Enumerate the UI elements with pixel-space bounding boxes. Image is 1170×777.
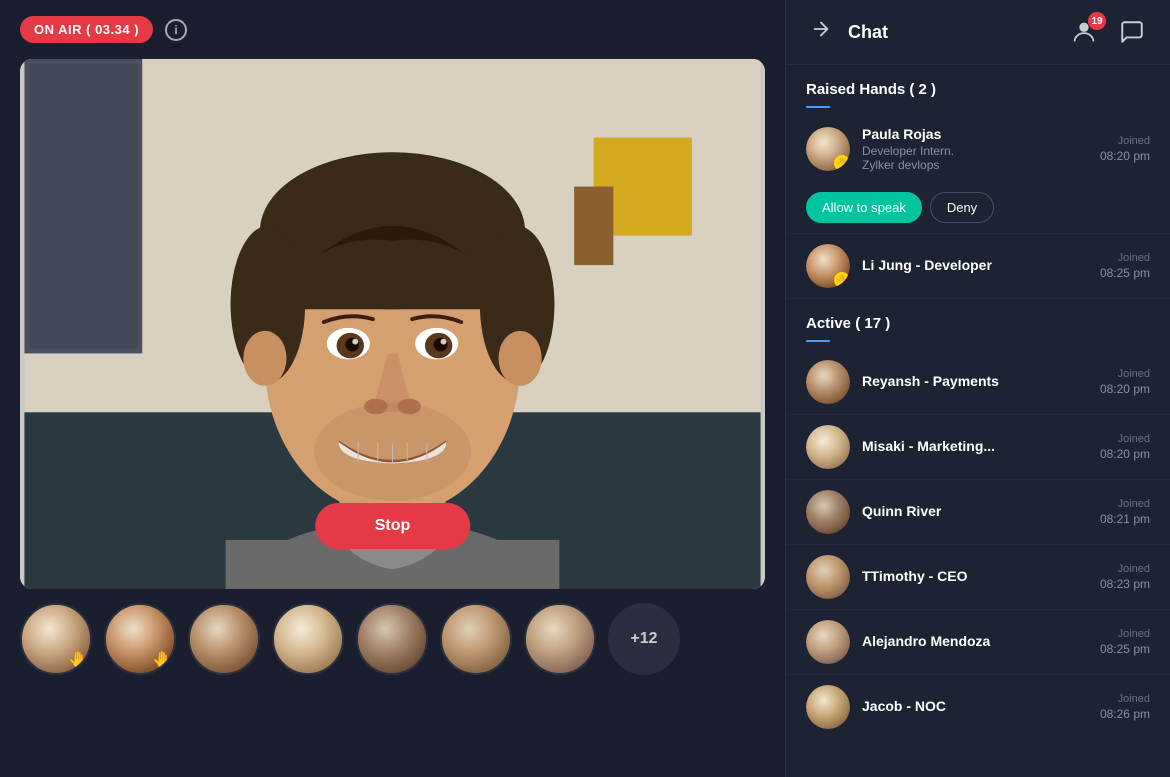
active-row-reyansh: Reyansh - Payments Joined 08:20 pm bbox=[786, 350, 1170, 415]
ttimothy-avatar bbox=[806, 555, 850, 599]
lijung-meta: Joined 08:25 pm bbox=[1100, 252, 1150, 280]
strip-avatar-4[interactable] bbox=[272, 603, 344, 675]
misaki-joined-label: Joined bbox=[1118, 433, 1150, 445]
paula-joined-label: Joined bbox=[1118, 135, 1150, 147]
chat-header: Chat 19 bbox=[786, 0, 1170, 65]
reyansh-avatar bbox=[806, 360, 850, 404]
alejandro-joined-label: Joined bbox=[1118, 628, 1150, 640]
jacob-joined-label: Joined bbox=[1118, 693, 1150, 705]
strip-avatar-7[interactable] bbox=[524, 603, 596, 675]
on-air-badge: ON AIR ( 03.34 ) bbox=[20, 16, 153, 43]
participant-strip: 🤚 🤚 +12 bbox=[0, 589, 785, 689]
reyansh-joined-label: Joined bbox=[1118, 368, 1150, 380]
panel-content: Raised Hands ( 2 ) 🤚 Paula Rojas Develop… bbox=[786, 65, 1170, 777]
misaki-avatar bbox=[806, 425, 850, 469]
chat-button[interactable] bbox=[1114, 14, 1150, 50]
ttimothy-joined-label: Joined bbox=[1118, 563, 1150, 575]
raised-hand-row-paula: 🤚 Paula Rojas Developer Intern. Zylker d… bbox=[786, 116, 1170, 234]
raised-hands-divider bbox=[806, 106, 830, 108]
quinn-name: Quinn River bbox=[862, 503, 1088, 519]
info-icon[interactable]: i bbox=[165, 19, 187, 41]
ttimothy-info: TTimothy - CEO bbox=[862, 568, 1088, 586]
deny-button[interactable]: Deny bbox=[930, 192, 994, 223]
active-header: Active ( 17 ) bbox=[786, 299, 1170, 336]
hand-icon-1: 🤚 bbox=[68, 653, 88, 669]
ttimothy-meta: Joined 08:23 pm bbox=[1100, 563, 1150, 591]
active-row-jacob: Jacob - NOC Joined 08:26 pm bbox=[786, 675, 1170, 739]
more-participants-badge[interactable]: +12 bbox=[608, 603, 680, 675]
lijung-info: Li Jung - Developer bbox=[862, 257, 1088, 275]
misaki-meta: Joined 08:20 pm bbox=[1100, 433, 1150, 461]
jacob-meta: Joined 08:26 pm bbox=[1100, 693, 1150, 721]
strip-avatar-1[interactable]: 🤚 bbox=[20, 603, 92, 675]
right-panel: Chat 19 Raised Hands ( 2 ) 🤚 bbox=[785, 0, 1170, 777]
lijung-hand-icon: 🤚 bbox=[834, 272, 850, 288]
quinn-joined-time: 08:21 pm bbox=[1100, 512, 1150, 526]
jacob-avatar bbox=[806, 685, 850, 729]
active-divider bbox=[806, 340, 830, 342]
participants-button[interactable]: 19 bbox=[1066, 14, 1102, 50]
ttimothy-name: TTimothy - CEO bbox=[862, 568, 1088, 584]
alejandro-meta: Joined 08:25 pm bbox=[1100, 628, 1150, 656]
chat-title: Chat bbox=[848, 22, 1054, 43]
strip-avatar-6[interactable] bbox=[440, 603, 512, 675]
hand-icon-2: 🤚 bbox=[152, 653, 172, 669]
paula-meta: Joined 08:20 pm bbox=[1100, 135, 1150, 163]
strip-avatar-3[interactable] bbox=[188, 603, 260, 675]
paula-top-row: 🤚 Paula Rojas Developer Intern. Zylker d… bbox=[806, 126, 1150, 172]
stop-button[interactable]: Stop bbox=[315, 503, 471, 549]
paula-subtitle2: Zylker devlops bbox=[862, 158, 1088, 172]
alejandro-avatar bbox=[806, 620, 850, 664]
back-button[interactable] bbox=[806, 14, 836, 50]
quinn-avatar bbox=[806, 490, 850, 534]
quinn-joined-label: Joined bbox=[1118, 498, 1150, 510]
quinn-info: Quinn River bbox=[862, 503, 1088, 521]
active-row-alejandro: Alejandro Mendoza Joined 08:25 pm bbox=[786, 610, 1170, 675]
paula-actions: Allow to speak Deny bbox=[806, 192, 994, 223]
participants-count-badge: 19 bbox=[1088, 12, 1106, 30]
left-panel: ON AIR ( 03.34 ) i bbox=[0, 0, 785, 777]
video-container: Stop bbox=[20, 59, 765, 589]
lijung-joined-label: Joined bbox=[1118, 252, 1150, 264]
misaki-name: Misaki - Marketing... bbox=[862, 438, 1088, 454]
jacob-name: Jacob - NOC bbox=[862, 698, 1088, 714]
active-row-misaki: Misaki - Marketing... Joined 08:20 pm bbox=[786, 415, 1170, 480]
reyansh-name: Reyansh - Payments bbox=[862, 373, 1088, 389]
alejandro-name: Alejandro Mendoza bbox=[862, 633, 1088, 649]
reyansh-info: Reyansh - Payments bbox=[862, 373, 1088, 391]
misaki-joined-time: 08:20 pm bbox=[1100, 447, 1150, 461]
active-row-quinn: Quinn River Joined 08:21 pm bbox=[786, 480, 1170, 545]
lijung-name: Li Jung - Developer bbox=[862, 257, 1088, 273]
allow-to-speak-button[interactable]: Allow to speak bbox=[806, 192, 922, 223]
paula-info: Paula Rojas Developer Intern. Zylker dev… bbox=[862, 126, 1088, 172]
paula-avatar: 🤚 bbox=[806, 127, 850, 171]
alejandro-info: Alejandro Mendoza bbox=[862, 633, 1088, 651]
reyansh-joined-time: 08:20 pm bbox=[1100, 382, 1150, 396]
strip-avatar-2[interactable]: 🤚 bbox=[104, 603, 176, 675]
paula-hand-icon: 🤚 bbox=[834, 155, 850, 171]
paula-name: Paula Rojas bbox=[862, 126, 1088, 142]
lijung-avatar: 🤚 bbox=[806, 244, 850, 288]
misaki-info: Misaki - Marketing... bbox=[862, 438, 1088, 456]
strip-avatar-5[interactable] bbox=[356, 603, 428, 675]
paula-subtitle1: Developer Intern. bbox=[862, 144, 1088, 158]
ttimothy-joined-time: 08:23 pm bbox=[1100, 577, 1150, 591]
alejandro-joined-time: 08:25 pm bbox=[1100, 642, 1150, 656]
reyansh-meta: Joined 08:20 pm bbox=[1100, 368, 1150, 396]
quinn-meta: Joined 08:21 pm bbox=[1100, 498, 1150, 526]
active-row-ttimothy: TTimothy - CEO Joined 08:23 pm bbox=[786, 545, 1170, 610]
top-bar: ON AIR ( 03.34 ) i bbox=[0, 0, 785, 59]
jacob-info: Jacob - NOC bbox=[862, 698, 1088, 716]
raised-hands-header: Raised Hands ( 2 ) bbox=[786, 65, 1170, 102]
lijung-joined-time: 08:25 pm bbox=[1100, 266, 1150, 280]
paula-joined-time: 08:20 pm bbox=[1100, 149, 1150, 163]
jacob-joined-time: 08:26 pm bbox=[1100, 707, 1150, 721]
raised-hand-row-lijung: 🤚 Li Jung - Developer Joined 08:25 pm bbox=[786, 234, 1170, 299]
